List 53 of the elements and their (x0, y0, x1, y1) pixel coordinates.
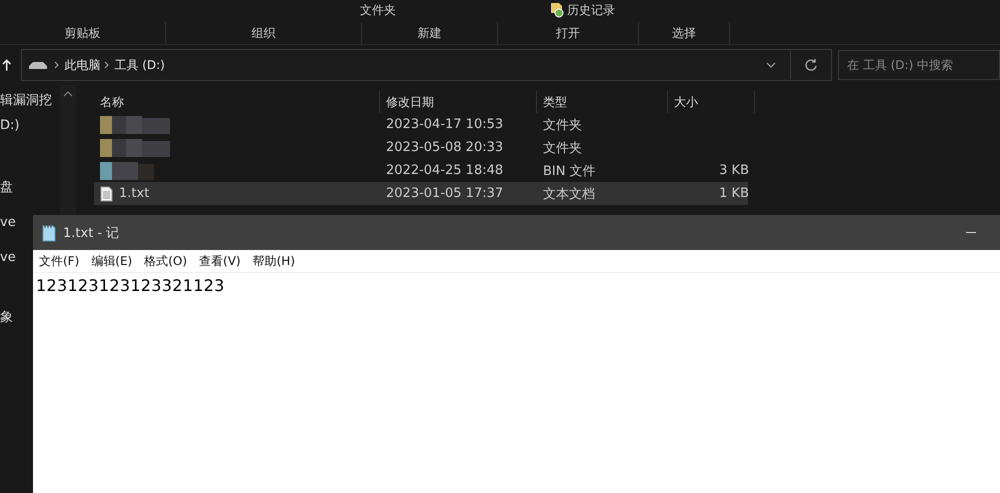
type-cell-text: 文本文档 (542, 186, 596, 202)
column-header[interactable]: 名称 (94, 91, 380, 113)
type-cell-text: 文件夹 (542, 116, 583, 134)
up-arrow-icon[interactable] (2, 58, 12, 72)
size-cell-text: 3 KB (718, 163, 750, 178)
date-cell-text: 2023-04-17 10:53 (385, 117, 504, 132)
file-name: 1.txt (119, 186, 150, 201)
search-field[interactable]: 在 工具 (D:) 中搜索 (838, 50, 1000, 80)
nav-item[interactable]: 辑漏洞挖 (0, 91, 52, 111)
menu-item[interactable]: 查看(V) (199, 252, 241, 270)
menu-item[interactable]: 文件(F) (39, 252, 80, 270)
history-icon (550, 2, 564, 18)
file-row[interactable]: 2023-05-08 20:33 文件夹 (94, 136, 748, 159)
column-header[interactable]: 大小 (668, 91, 755, 113)
date-cell-text: 2023-01-05 17:37 (385, 186, 504, 201)
text-content[interactable]: 123123123123321123 (33, 273, 1000, 298)
breadcrumb[interactable]: 工具 (D:) (110, 56, 169, 74)
selected-file-row[interactable]: 1.txt 2023-01-05 17:37 文本文档 1 KB (94, 182, 748, 205)
ribbon-label[interactable]: 文件夹 (360, 2, 396, 18)
nav-item[interactable]: ve (0, 213, 16, 233)
nav-item[interactable]: 象 (0, 308, 13, 328)
chevron-down-icon[interactable] (766, 62, 776, 68)
notepad-icon (41, 224, 57, 242)
ribbon-group-label: 组织 (252, 24, 276, 42)
menu-item[interactable]: 格式(O) (144, 252, 188, 270)
chevron-right-icon (54, 61, 60, 69)
type-cell-text: 文件夹 (542, 140, 583, 156)
menu-item[interactable]: 帮助(H) (252, 252, 295, 270)
type-cell-text: BIN 文件 (542, 162, 597, 180)
window-title: 1.txt - 记 (63, 224, 120, 242)
date-cell-text: 2023-05-08 20:33 (385, 140, 504, 155)
nav-item[interactable]: D:) (0, 116, 20, 136)
ribbon-group-label: 新建 (418, 24, 442, 42)
minimize-icon[interactable] (966, 232, 976, 234)
date-cell-text: 2022-04-25 18:48 (385, 163, 504, 178)
drive-icon (28, 60, 48, 70)
size-cell-text: 1 KB (718, 186, 750, 201)
column-header[interactable]: 类型 (537, 91, 668, 113)
ribbon-group-label: 剪贴板 (64, 24, 100, 42)
ribbon-group-label: 打开 (556, 24, 580, 42)
file-row[interactable]: 2023-04-17 10:53 文件夹 (94, 113, 748, 136)
menu-item[interactable]: 编辑(E) (91, 252, 132, 270)
refresh-icon[interactable] (804, 58, 818, 72)
file-row[interactable]: 2022-04-25 18:48 BIN 文件 3 KB (94, 159, 748, 182)
breadcrumb[interactable]: 此电脑 (60, 56, 104, 74)
nav-item[interactable]: ve (0, 248, 16, 268)
ribbon-group-label: 选择 (672, 24, 696, 42)
document-icon (100, 186, 113, 202)
chevron-right-icon (104, 61, 110, 69)
history-button[interactable]: 历史记录 (567, 2, 615, 18)
column-header[interactable]: 修改日期 (380, 91, 537, 113)
scroll-up-icon[interactable] (63, 91, 73, 97)
nav-item[interactable]: 盘 (0, 178, 13, 198)
